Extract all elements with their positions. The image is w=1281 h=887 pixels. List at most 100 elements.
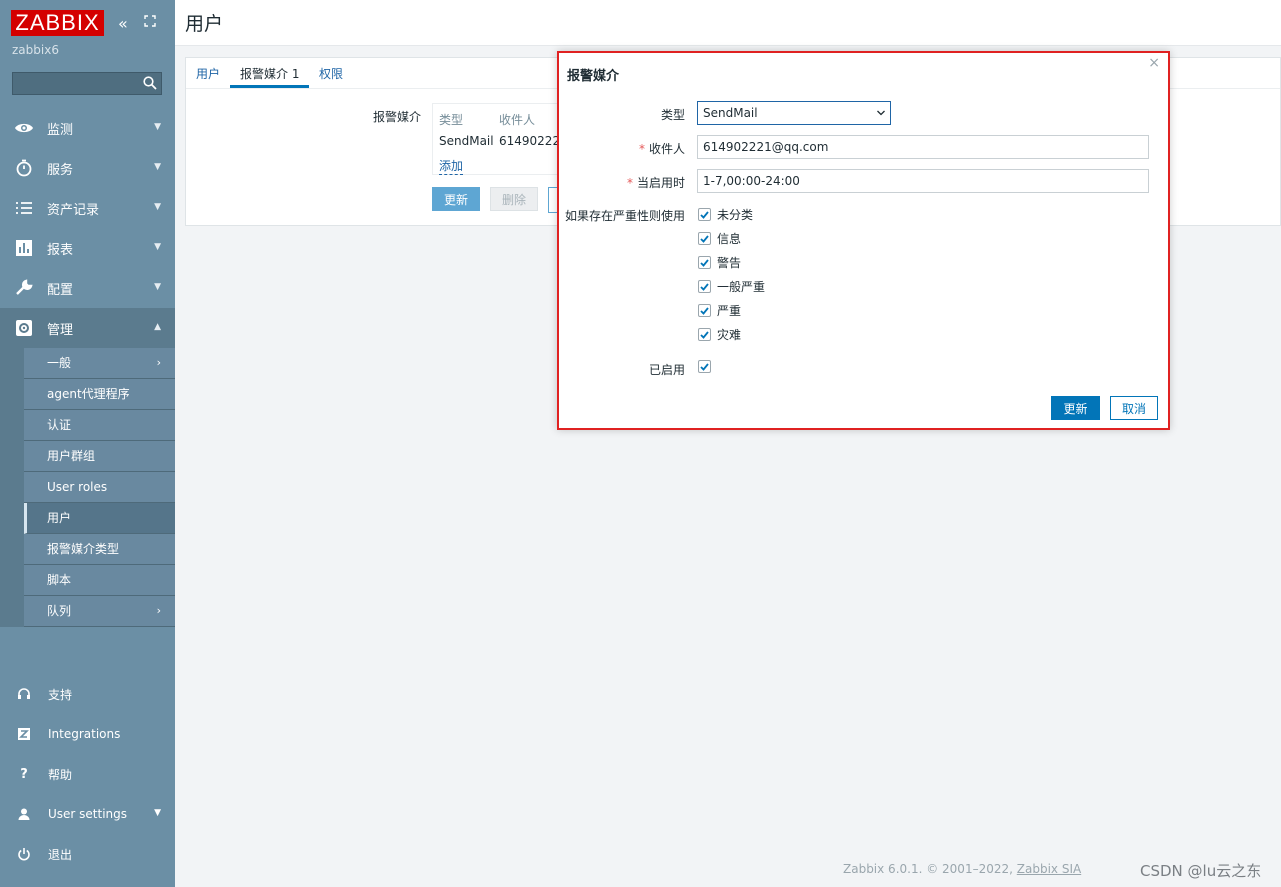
checkbox-checked xyxy=(698,232,711,245)
close-icon[interactable]: × xyxy=(1148,55,1160,71)
add-media-link[interactable]: 添加 xyxy=(439,157,464,175)
wrench-icon xyxy=(14,278,34,298)
search-input[interactable] xyxy=(13,73,145,94)
severity-label: 如果存在严重性则使用 xyxy=(564,209,685,223)
checkbox-checked xyxy=(698,304,711,317)
chevron-down-icon xyxy=(877,110,885,116)
when-active-input[interactable] xyxy=(697,169,1149,193)
submenu-scripts[interactable]: 脚本 xyxy=(24,565,175,596)
chevron-down-icon: ▼ xyxy=(154,162,161,172)
media-type-value: SendMail xyxy=(703,106,758,120)
menu-label: 管理 xyxy=(47,322,74,338)
column-header-type: 类型 xyxy=(439,113,464,127)
search-box xyxy=(12,72,162,95)
menu-user-settings[interactable]: User settings ▼ xyxy=(0,794,175,834)
column-header-recipient: 收件人 xyxy=(499,113,536,127)
menu-label: 监测 xyxy=(47,122,74,138)
collapse-sidebar-icon[interactable]: « xyxy=(118,14,128,33)
menu-services[interactable]: 服务 ▼ xyxy=(0,148,175,188)
submenu-user-roles[interactable]: User roles xyxy=(24,472,175,503)
chevron-down-icon: ▼ xyxy=(154,242,161,252)
dialog-title: 报警媒介 xyxy=(567,69,620,84)
stopwatch-icon xyxy=(14,158,34,178)
submenu-authentication[interactable]: 认证 xyxy=(24,410,175,441)
menu-label: 报表 xyxy=(47,242,74,258)
chevron-down-icon: ▼ xyxy=(154,122,161,132)
tab-user[interactable]: 用户 xyxy=(196,65,220,82)
search-icon[interactable] xyxy=(143,76,157,90)
list-icon xyxy=(14,198,34,218)
checkbox-checked xyxy=(698,328,711,341)
media-row-type: SendMail xyxy=(439,134,494,148)
bottom-menu: 支持 Integrations ? 帮助 User settings ▼ 退出 xyxy=(0,674,175,874)
dialog-cancel-button[interactable]: 取消 xyxy=(1110,396,1158,420)
chevron-down-icon: ▼ xyxy=(154,202,161,212)
chevron-right-icon: › xyxy=(156,604,161,617)
submenu-general[interactable]: 一般 › xyxy=(24,348,175,379)
power-icon xyxy=(16,846,32,862)
sidebar: ZABBIX « zabbix6 监测 ▼ 服务 ▼ 资产记录 ▼ 报表 ▼ 配… xyxy=(0,0,175,887)
submenu-queue[interactable]: 队列 › xyxy=(24,596,175,627)
admin-submenu: 一般 › agent代理程序 认证 用户群组 User roles 用户 报警媒介… xyxy=(0,348,175,627)
type-label: 类型 xyxy=(660,108,685,122)
menu-monitoring[interactable]: 监测 ▼ xyxy=(0,108,175,148)
media-field-label: 报警媒介 xyxy=(373,110,422,124)
menu-label: 服务 xyxy=(47,162,74,178)
menu-administration[interactable]: 管理 ▲ xyxy=(0,308,175,348)
required-asterisk: * xyxy=(638,142,645,156)
enabled-checkbox[interactable] xyxy=(698,360,717,373)
footer-company-link[interactable]: Zabbix SIA xyxy=(1017,862,1081,876)
submenu-media-types[interactable]: 报警媒介类型 xyxy=(24,534,175,565)
tab-media[interactable]: 报警媒介 1 xyxy=(240,65,299,82)
server-name: zabbix6 xyxy=(12,43,59,57)
update-user-button[interactable]: 更新 xyxy=(432,187,480,211)
submenu-user-groups[interactable]: 用户群组 xyxy=(24,441,175,472)
menu-reports[interactable]: 报表 ▼ xyxy=(0,228,175,268)
media-type-select[interactable]: SendMail xyxy=(697,101,891,125)
page-title: 用户 xyxy=(185,13,224,35)
submenu-proxies[interactable]: agent代理程序 xyxy=(24,379,175,410)
watermark: CSDN @lu云之东 xyxy=(1140,862,1262,880)
menu-label: 配置 xyxy=(47,282,74,298)
headset-icon xyxy=(16,686,32,702)
enabled-label: 已启用 xyxy=(648,363,685,377)
tab-permissions[interactable]: 权限 xyxy=(319,65,343,82)
severity-warning-checkbox[interactable]: 警告 xyxy=(698,254,741,271)
checkbox-checked xyxy=(698,256,711,269)
when-active-label: * 当启用时 xyxy=(626,176,685,190)
severity-average-checkbox[interactable]: 一般严重 xyxy=(698,278,765,295)
menu-help[interactable]: ? 帮助 xyxy=(0,754,175,794)
menu-support[interactable]: 支持 xyxy=(0,674,175,714)
delete-user-button[interactable]: 删除 xyxy=(490,187,538,211)
question-icon: ? xyxy=(20,766,28,782)
media-dialog: 报警媒介 × 类型 SendMail *收件人 *当启用时 如果存在严重性则使用… xyxy=(557,51,1170,430)
zabbix-logo[interactable]: ZABBIX xyxy=(11,10,104,36)
dialog-update-button[interactable]: 更新 xyxy=(1051,396,1100,420)
user-icon xyxy=(16,806,32,822)
chevron-right-icon: › xyxy=(156,356,161,369)
menu-inventory[interactable]: 资产记录 ▼ xyxy=(0,188,175,228)
kiosk-mode-icon[interactable] xyxy=(144,15,156,27)
checkbox-checked xyxy=(698,280,711,293)
severity-high-checkbox[interactable]: 严重 xyxy=(698,302,741,319)
severity-information-checkbox[interactable]: 信息 xyxy=(698,230,741,247)
z-icon xyxy=(16,726,32,742)
required-asterisk: * xyxy=(626,176,633,190)
severity-disaster-checkbox[interactable]: 灾难 xyxy=(698,326,741,343)
recipient-label: * 收件人 xyxy=(638,142,685,156)
bar-chart-icon xyxy=(14,238,34,258)
severity-not-classified-checkbox[interactable]: 未分类 xyxy=(698,206,753,223)
checkbox-checked xyxy=(698,208,711,221)
submenu-users[interactable]: 用户 xyxy=(24,503,175,534)
gear-icon xyxy=(14,318,34,338)
checkbox-checked xyxy=(698,360,711,373)
recipient-input[interactable] xyxy=(697,135,1149,159)
footer-copyright: Zabbix 6.0.1. © 2001–2022, xyxy=(843,862,1013,876)
menu-configuration[interactable]: 配置 ▼ xyxy=(0,268,175,308)
menu-label: 资产记录 xyxy=(47,202,100,218)
menu-integrations[interactable]: Integrations xyxy=(0,714,175,754)
footer: Zabbix 6.0.1. © 2001–2022, Zabbix SIA xyxy=(843,862,1081,876)
menu-sign-out[interactable]: 退出 xyxy=(0,834,175,874)
page-header: 用户 xyxy=(175,0,1281,46)
chevron-down-icon: ▼ xyxy=(154,808,161,818)
